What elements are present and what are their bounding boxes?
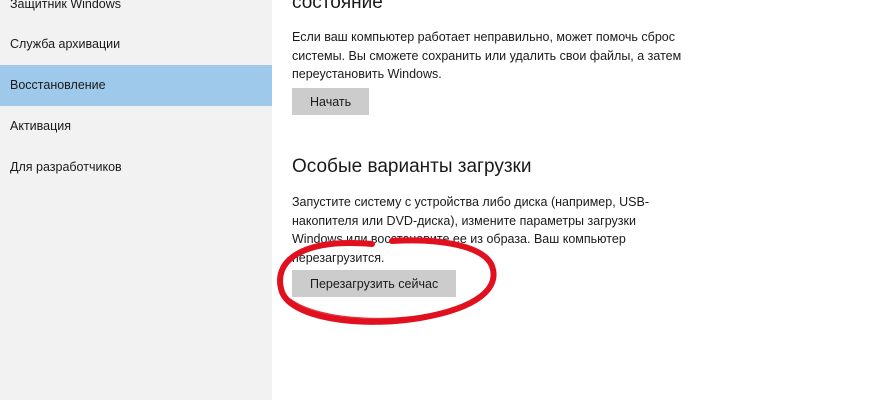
sidebar-item-for-developers[interactable]: Для разработчиков [0, 147, 272, 188]
sidebar-item-label: Активация [10, 119, 72, 133]
restart-now-button[interactable]: Перезагрузить сейчас [292, 270, 457, 297]
sidebar-item-windows-defender[interactable]: Защитник Windows [0, 0, 272, 25]
sidebar-item-label: Служба архивации [10, 37, 121, 51]
reset-section-description: Если ваш компьютер работает неправильно,… [292, 30, 682, 81]
reset-section-title: состояние [292, 0, 383, 13]
sidebar-item-label: Восстановление [10, 78, 106, 92]
settings-window: Защитник Windows Служба архивации Восста… [0, 0, 870, 400]
advanced-startup-description: Запустите систему с устройства либо диск… [292, 195, 650, 265]
sidebar-item-label: Защитник Windows [10, 0, 122, 11]
sidebar: Защитник Windows Служба архивации Восста… [0, 0, 272, 400]
advanced-startup-title: Особые варианты загрузки [292, 156, 532, 177]
sidebar-item-label: Для разработчиков [10, 160, 122, 174]
sidebar-item-backup[interactable]: Служба архивации [0, 24, 272, 65]
sidebar-item-recovery[interactable]: Восстановление [0, 65, 272, 106]
main-content: состояние Если ваш компьютер работает не… [272, 0, 870, 400]
sidebar-item-activation[interactable]: Активация [0, 106, 272, 147]
get-started-button[interactable]: Начать [292, 88, 370, 115]
